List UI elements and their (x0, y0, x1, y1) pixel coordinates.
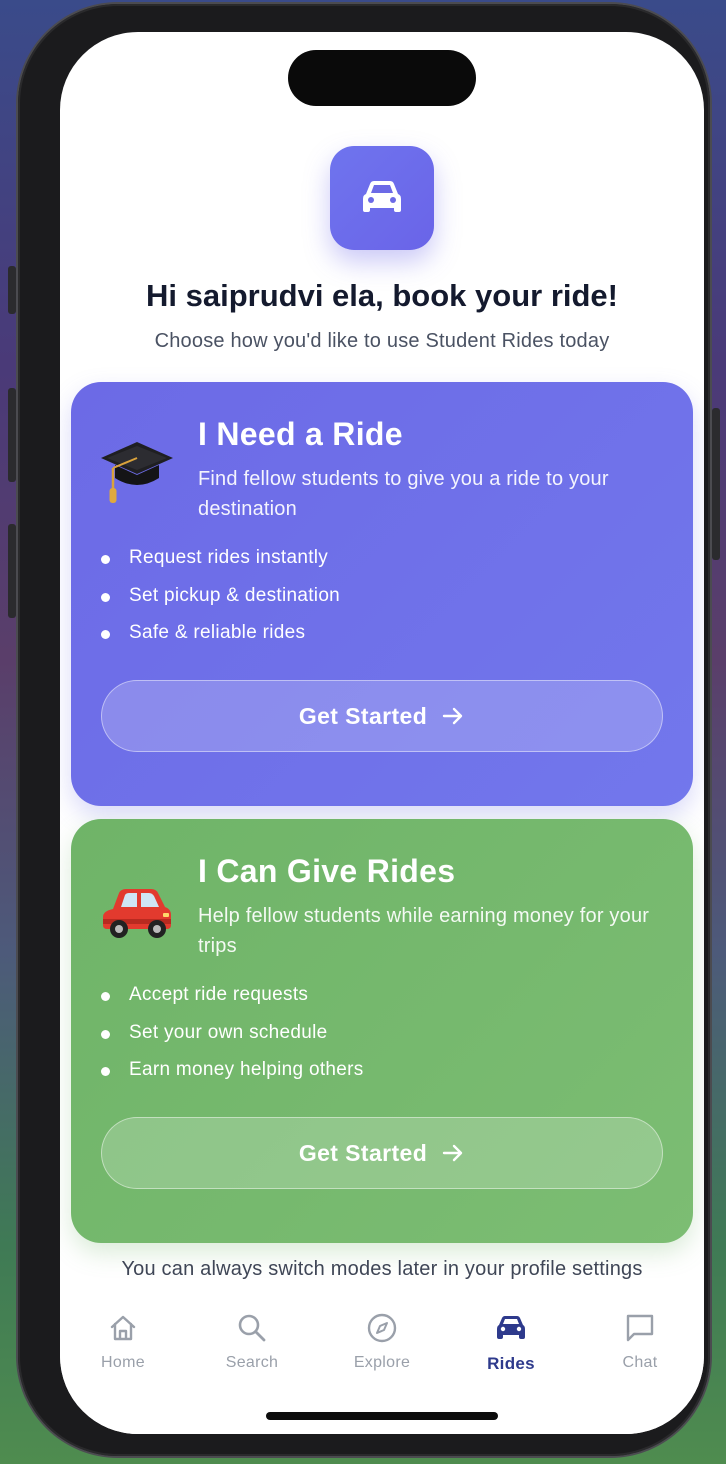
bullet-icon (101, 592, 110, 602)
car-icon (363, 181, 401, 212)
red-car-icon (103, 889, 171, 938)
bullet-icon (101, 555, 110, 564)
tab-label: Home (101, 1354, 145, 1371)
dynamic-island (288, 50, 476, 106)
feature-text: Set pickup & destination (129, 584, 341, 606)
bullet-icon (101, 992, 110, 1001)
bullet-icon (101, 1067, 110, 1076)
arrow-right-icon (442, 1144, 463, 1162)
volume-down-button (8, 524, 16, 618)
need-ride-card[interactable]: I Need a Ride Find fellow students to gi… (71, 382, 693, 806)
tab-chat[interactable]: Chat (585, 1312, 695, 1372)
mute-switch (8, 266, 16, 314)
give-rides-features: Accept ride requests Set your own schedu… (101, 984, 364, 1097)
give-rides-title: I Can Give Rides (198, 853, 456, 889)
bullet-icon (101, 630, 110, 639)
arrow-right-icon (442, 707, 463, 725)
tab-rides[interactable]: Rides (456, 1312, 566, 1374)
bullet-icon (101, 1029, 110, 1039)
feature-text: Earn money helping others (129, 1059, 364, 1080)
switch-modes-note: You can always switch modes later in you… (121, 1258, 643, 1280)
tab-label: Explore (353, 1354, 411, 1371)
feature-item: Earn money helping others (101, 1059, 364, 1097)
tab-search[interactable]: Search (197, 1312, 307, 1372)
home-icon (110, 1315, 136, 1341)
search-icon (238, 1314, 266, 1342)
app-screen: Hi saiprudvi ela, book your ride! Choose… (60, 32, 704, 1434)
feature-item: Request rides instantly (101, 547, 340, 585)
need-ride-title: I Need a Ride (198, 416, 403, 452)
feature-text: Request rides instantly (129, 547, 329, 568)
feature-item: Safe & reliable rides (101, 622, 340, 660)
tab-explore[interactable]: Explore (327, 1312, 437, 1372)
feature-item: Set your own schedule (101, 1022, 364, 1060)
tab-label: Chat (622, 1354, 658, 1371)
tab-home[interactable]: Home (68, 1312, 178, 1372)
car-icon (497, 1316, 525, 1339)
power-button (712, 408, 720, 560)
feature-item: Set pickup & destination (101, 585, 340, 623)
home-indicator[interactable] (266, 1412, 498, 1420)
greeting-title: Hi saiprudvi ela, book your ride! (146, 278, 618, 313)
tab-label: Search (225, 1354, 279, 1371)
feature-text: Accept ride requests (129, 984, 309, 1005)
get-started-label: Get Started (298, 1139, 428, 1166)
get-started-label: Get Started (298, 702, 428, 729)
feature-text: Set your own schedule (129, 1021, 328, 1043)
chat-icon (626, 1314, 654, 1342)
tab-label: Rides (487, 1354, 535, 1373)
give-rides-card[interactable]: I Can Give Rides Help fellow students wh… (71, 819, 693, 1243)
need-ride-features: Request rides instantly Set pickup & des… (101, 547, 340, 660)
feature-item: Accept ride requests (101, 984, 364, 1022)
phone-frame: Hi saiprudvi ela, book your ride! Choose… (8, 4, 720, 1456)
give-rides-description: Help fellow students while earning money… (198, 905, 650, 957)
compass-icon (367, 1313, 397, 1343)
need-ride-get-started-button[interactable]: Get Started (101, 680, 663, 752)
volume-up-button (8, 388, 16, 482)
feature-text: Safe & reliable rides (129, 622, 306, 643)
greeting-subtitle: Choose how you'd like to use Student Rid… (154, 330, 610, 352)
need-ride-description: Find fellow students to give you a ride … (198, 468, 609, 520)
graduation-cap-icon (101, 442, 173, 503)
give-rides-get-started-button[interactable]: Get Started (101, 1117, 663, 1189)
app-logo (330, 146, 434, 250)
